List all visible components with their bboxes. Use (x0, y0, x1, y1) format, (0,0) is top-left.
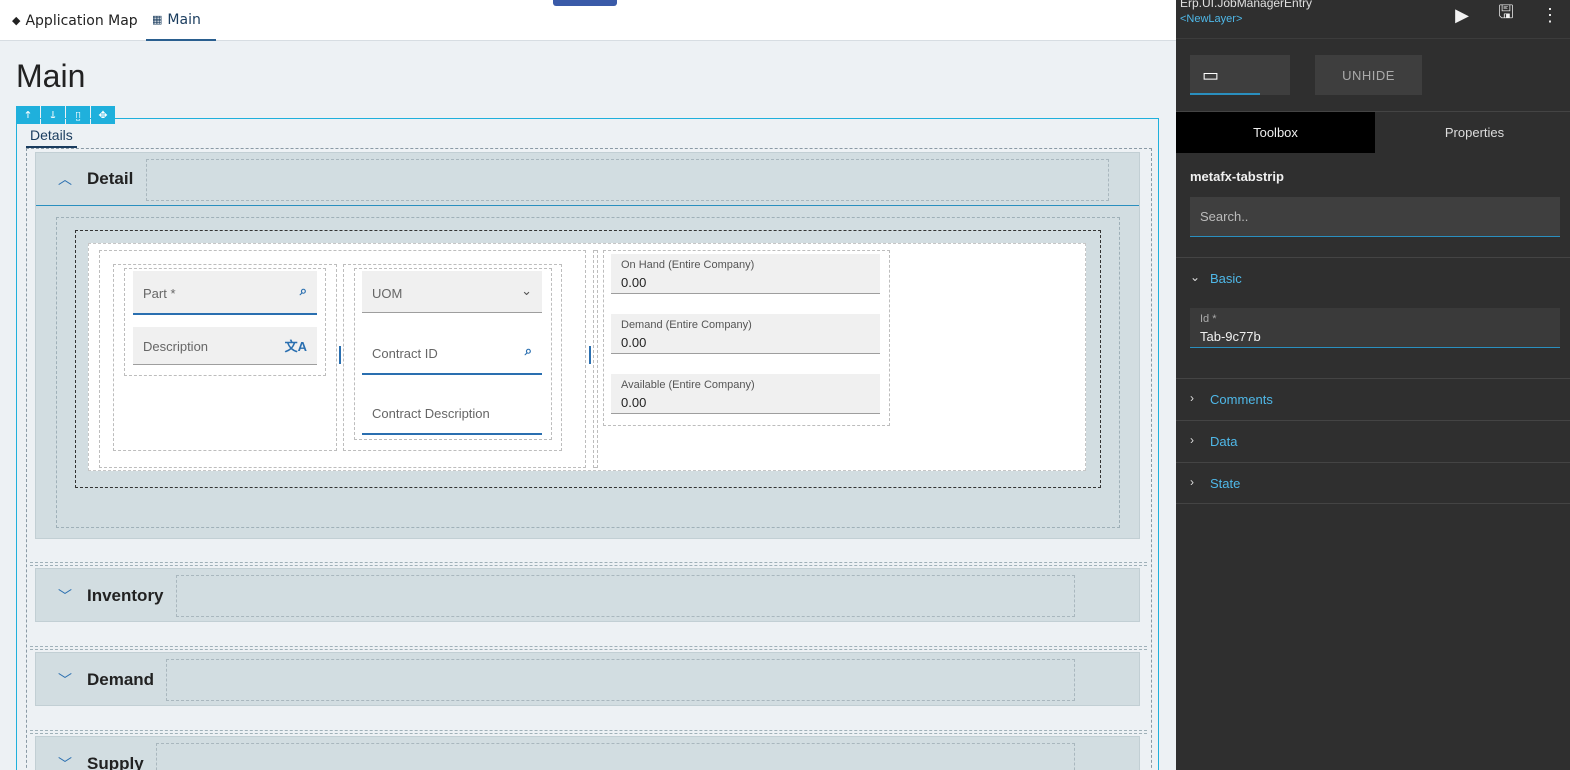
splitter-handle[interactable] (589, 346, 591, 364)
chevron-down-icon[interactable]: ﹀ (58, 586, 72, 606)
panel-actions: ▶ 🖫 ⋮ (1450, 2, 1562, 26)
panel-title: Detail (87, 169, 134, 188)
description-label: Description (143, 339, 209, 354)
chevron-down-icon: ⌄ (1190, 270, 1201, 284)
panel-title: Inventory (87, 585, 164, 605)
panel-header[interactable]: ﹀ Supply (36, 737, 1139, 770)
contract-description-field[interactable]: Contract Description (362, 391, 542, 435)
available-label: Available (Entire Company) (621, 379, 755, 391)
save-icon[interactable]: 🖫 (1494, 2, 1518, 26)
description-field[interactable]: Description 文A (133, 327, 317, 365)
chevron-down-icon[interactable]: ⌄ (521, 283, 532, 299)
tabstrip-header: Details (26, 125, 77, 149)
panel-demand: ﹀ Demand (35, 652, 1140, 706)
header-drop-slot (146, 159, 1109, 201)
section-data[interactable]: › Data (1176, 420, 1570, 462)
panel-header[interactable]: ﹀ Demand (36, 653, 1139, 706)
on-hand-field[interactable]: On Hand (Entire Company) 0.00 (611, 254, 880, 294)
available-value: 0.00 (621, 395, 647, 410)
nav-tab-main[interactable]: ▦ Main (146, 0, 216, 41)
panel-header[interactable]: ︿ Detail (36, 153, 1139, 206)
detail-form-area: Part * ⌕ Description 文A UOM ⌄ Contract I… (88, 243, 1086, 471)
top-navigation: ◆ Application Map ▦ Main (0, 0, 1176, 41)
chevron-right-icon: › (1190, 391, 1194, 405)
column-divider (593, 250, 598, 468)
contract-description-label: Contract Description (372, 406, 490, 421)
header-drop-slot (156, 743, 1075, 770)
more-vert-icon[interactable]: ⋮ (1538, 4, 1562, 26)
chevron-up-icon[interactable]: ︿ (58, 169, 72, 189)
tab-properties[interactable]: Properties (1375, 112, 1570, 153)
nav-tab-application-map[interactable]: ◆ Application Map (12, 0, 138, 41)
section-label: Data (1210, 434, 1238, 449)
page-layout-icon: ▦ (152, 13, 163, 26)
nav-tab-label: Main (167, 11, 201, 28)
tab-toolbox[interactable]: Toolbox (1176, 112, 1375, 153)
uom-select[interactable]: UOM ⌄ (362, 271, 542, 313)
uom-label: UOM (372, 286, 403, 301)
panel-inventory: ﹀ Inventory (35, 568, 1140, 622)
tab-details[interactable]: Details (26, 127, 77, 148)
demand-label: Demand (Entire Company) (621, 319, 752, 331)
search-input[interactable]: Search.. (1190, 197, 1560, 237)
laptop-icon: ▭ (1202, 65, 1220, 85)
panel-supply: ﹀ Supply (35, 736, 1140, 770)
demand-value: 0.00 (621, 335, 647, 350)
header-drop-slot (166, 659, 1075, 701)
section-label: Comments (1210, 392, 1273, 407)
id-value: Tab-9c77b (1200, 329, 1261, 344)
section-label: State (1210, 476, 1241, 491)
page-title: Main (16, 58, 86, 94)
section-separator (30, 565, 1147, 566)
section-comments[interactable]: › Comments (1176, 378, 1570, 420)
section-separator (30, 646, 1147, 647)
demand-field[interactable]: Demand (Entire Company) 0.00 (611, 314, 880, 354)
on-hand-value: 0.00 (621, 275, 647, 290)
translate-icon[interactable]: 文A (285, 336, 307, 355)
component-name: metafx-tabstrip (1190, 169, 1284, 184)
chevron-down-icon[interactable]: ﹀ (58, 754, 72, 770)
section-separator (30, 649, 1147, 650)
unhide-button[interactable]: UNHIDE (1315, 55, 1422, 95)
device-selector[interactable]: ▭ (1190, 55, 1290, 95)
splitter-handle[interactable] (339, 346, 341, 364)
search-doc-icon[interactable]: ⌕ (300, 283, 307, 299)
part-field[interactable]: Part * ⌕ (133, 271, 317, 315)
chevron-down-icon[interactable]: ﹀ (58, 670, 72, 690)
divider (1176, 38, 1570, 39)
section-separator (30, 733, 1147, 734)
on-hand-label: On Hand (Entire Company) (621, 259, 755, 271)
id-field[interactable]: Id * Tab-9c77b (1190, 308, 1560, 348)
play-icon[interactable]: ▶ (1450, 4, 1474, 26)
panel-title: Supply (87, 753, 144, 770)
chevron-right-icon: › (1190, 475, 1194, 489)
panel-header[interactable]: ﹀ Inventory (36, 569, 1139, 622)
nav-tab-label: Application Map (25, 12, 138, 29)
part-label: Part * (143, 286, 176, 301)
section-state[interactable]: › State (1176, 462, 1570, 504)
app-title: Erp.UI.JobManagerEntry (1180, 0, 1313, 10)
section-separator (30, 730, 1147, 731)
panel-title: Demand (87, 669, 155, 689)
id-label: Id * (1200, 313, 1217, 325)
properties-panel: Erp.UI.JobManagerEntry <NewLayer> ▶ 🖫 ⋮ … (1176, 0, 1570, 770)
chevron-right-icon: › (1190, 433, 1194, 447)
header-drop-slot (176, 575, 1075, 617)
panel-detail: ︿ Detail Part * ⌕ Description 文A UOM ⌄ C… (35, 152, 1140, 539)
feedback-button[interactable] (553, 0, 617, 6)
contract-id-label: Contract ID (372, 346, 438, 361)
selected-indicator (1190, 93, 1260, 95)
designer-canvas: ◆ Application Map ▦ Main Main ↑ ↓ ▯ ✥ De… (0, 0, 1176, 770)
available-field[interactable]: Available (Entire Company) 0.00 (611, 374, 880, 414)
layer-link[interactable]: <NewLayer> (1180, 13, 1242, 25)
search-doc-icon[interactable]: ⌕ (525, 343, 532, 359)
section-label: Basic (1210, 271, 1242, 286)
section-separator (30, 562, 1147, 563)
contract-id-field[interactable]: Contract ID ⌕ (362, 331, 542, 375)
section-basic[interactable]: ⌄ Basic (1176, 257, 1570, 299)
layers-icon: ◆ (12, 14, 21, 27)
